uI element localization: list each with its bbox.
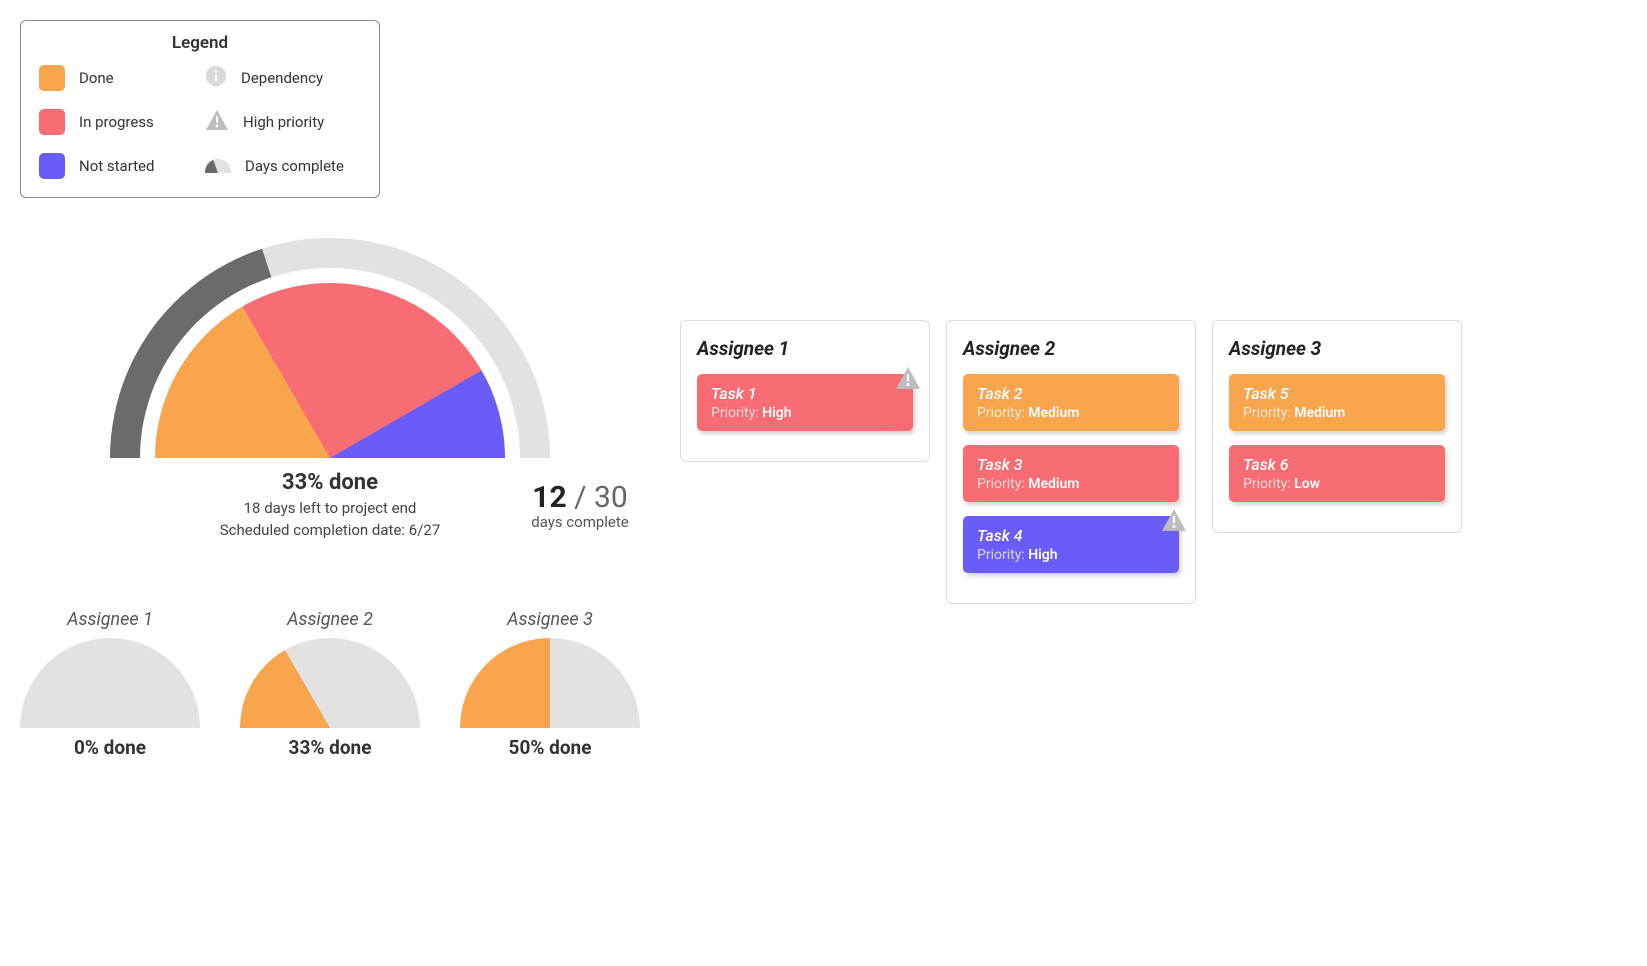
assignee-card: Assignee 3 Task 5 Priority: Medium Task … xyxy=(1212,320,1462,533)
mini-gauge-percent: 33% done xyxy=(240,736,420,759)
swatch-notstarted-icon xyxy=(39,153,65,179)
swatch-inprogress-icon xyxy=(39,109,65,135)
legend-label: High priority xyxy=(243,113,324,131)
mini-gauge-title: Assignee 1 xyxy=(20,609,200,630)
mini-gauge-percent: 0% done xyxy=(20,736,200,759)
task-name: Task 6 xyxy=(1243,455,1431,474)
legend-label: Done xyxy=(79,69,114,87)
task-priority: Priority: Medium xyxy=(1243,405,1431,421)
mini-gauge-chart xyxy=(20,638,200,728)
assignee-title: Assignee 2 xyxy=(963,337,1179,360)
assignee-card: Assignee 2 Task 2 Priority: Medium Task … xyxy=(946,320,1196,604)
main-gauge: 12 / 30 days complete 33% done 18 days l… xyxy=(110,238,550,539)
legend-label: Days complete xyxy=(245,157,344,175)
task-card[interactable]: Task 5 Priority: Medium xyxy=(1229,374,1445,431)
percent-done-label: 33% done xyxy=(110,470,550,495)
mini-gauge: Assignee 2 33% done xyxy=(240,609,420,759)
assignee-title: Assignee 3 xyxy=(1229,337,1445,360)
warning-icon xyxy=(1161,508,1187,536)
days-complete-readout: 12 / 30 days complete xyxy=(510,480,650,531)
mini-gauge-title: Assignee 2 xyxy=(240,609,420,630)
legend-title: Legend xyxy=(39,33,361,53)
task-name: Task 5 xyxy=(1243,384,1431,403)
task-card[interactable]: Task 1 Priority: High xyxy=(697,374,913,431)
legend-label: Not started xyxy=(79,157,154,175)
mini-gauge-percent: 50% done xyxy=(460,736,640,759)
warning-icon xyxy=(205,109,229,135)
legend-item-done: Done xyxy=(39,65,195,91)
task-card[interactable]: Task 2 Priority: Medium xyxy=(963,374,1179,431)
warning-icon xyxy=(895,366,921,394)
legend-item-highpriority: High priority xyxy=(205,109,361,135)
task-priority: Priority: Medium xyxy=(977,405,1165,421)
task-card[interactable]: Task 4 Priority: High xyxy=(963,516,1179,573)
scheduled-date-label: Scheduled completion date: 6/27 xyxy=(110,521,550,539)
swatch-done-icon xyxy=(39,65,65,91)
task-priority: Priority: High xyxy=(977,547,1165,563)
legend-item-notstarted: Not started xyxy=(39,153,195,179)
legend-label: In progress xyxy=(79,113,154,131)
info-icon xyxy=(205,65,227,91)
days-caption: days complete xyxy=(510,513,650,531)
legend-item-dayscomplete: Days complete xyxy=(205,153,361,179)
days-left-label: 18 days left to project end xyxy=(110,499,550,517)
slash: / xyxy=(567,480,594,515)
mini-gauge-chart xyxy=(240,638,420,728)
assignee-title: Assignee 1 xyxy=(697,337,913,360)
mini-gauge: Assignee 1 0% done xyxy=(20,609,200,759)
task-card[interactable]: Task 6 Priority: Low xyxy=(1229,445,1445,502)
task-card[interactable]: Task 3 Priority: Medium xyxy=(963,445,1179,502)
dashboard: Legend Done Dependency In progress xyxy=(20,20,1627,759)
task-priority: Priority: High xyxy=(711,405,899,421)
left-column: Legend Done Dependency In progress xyxy=(20,20,640,759)
task-name: Task 1 xyxy=(711,384,899,403)
days-total-value: 30 xyxy=(594,480,628,515)
mini-gauge-chart xyxy=(460,638,640,728)
mini-gauge-row: Assignee 1 0% done Assignee 2 33% done A… xyxy=(20,609,640,759)
mini-gauge: Assignee 3 50% done xyxy=(460,609,640,759)
assignee-cards: Assignee 1 Task 1 Priority: High Assigne… xyxy=(680,20,1627,759)
legend-item-inprogress: In progress xyxy=(39,109,195,135)
mini-gauge-title: Assignee 3 xyxy=(460,609,640,630)
days-done-value: 12 xyxy=(532,480,566,515)
legend-grid: Done Dependency In progress High pr xyxy=(39,65,361,179)
task-name: Task 4 xyxy=(977,526,1165,545)
legend-panel: Legend Done Dependency In progress xyxy=(20,20,380,198)
assignee-card: Assignee 1 Task 1 Priority: High xyxy=(680,320,930,462)
task-name: Task 3 xyxy=(977,455,1165,474)
task-priority: Priority: Medium xyxy=(977,476,1165,492)
legend-item-dependency: Dependency xyxy=(205,65,361,91)
arc-icon xyxy=(205,159,231,173)
legend-label: Dependency xyxy=(241,69,323,87)
task-name: Task 2 xyxy=(977,384,1165,403)
task-priority: Priority: Low xyxy=(1243,476,1431,492)
